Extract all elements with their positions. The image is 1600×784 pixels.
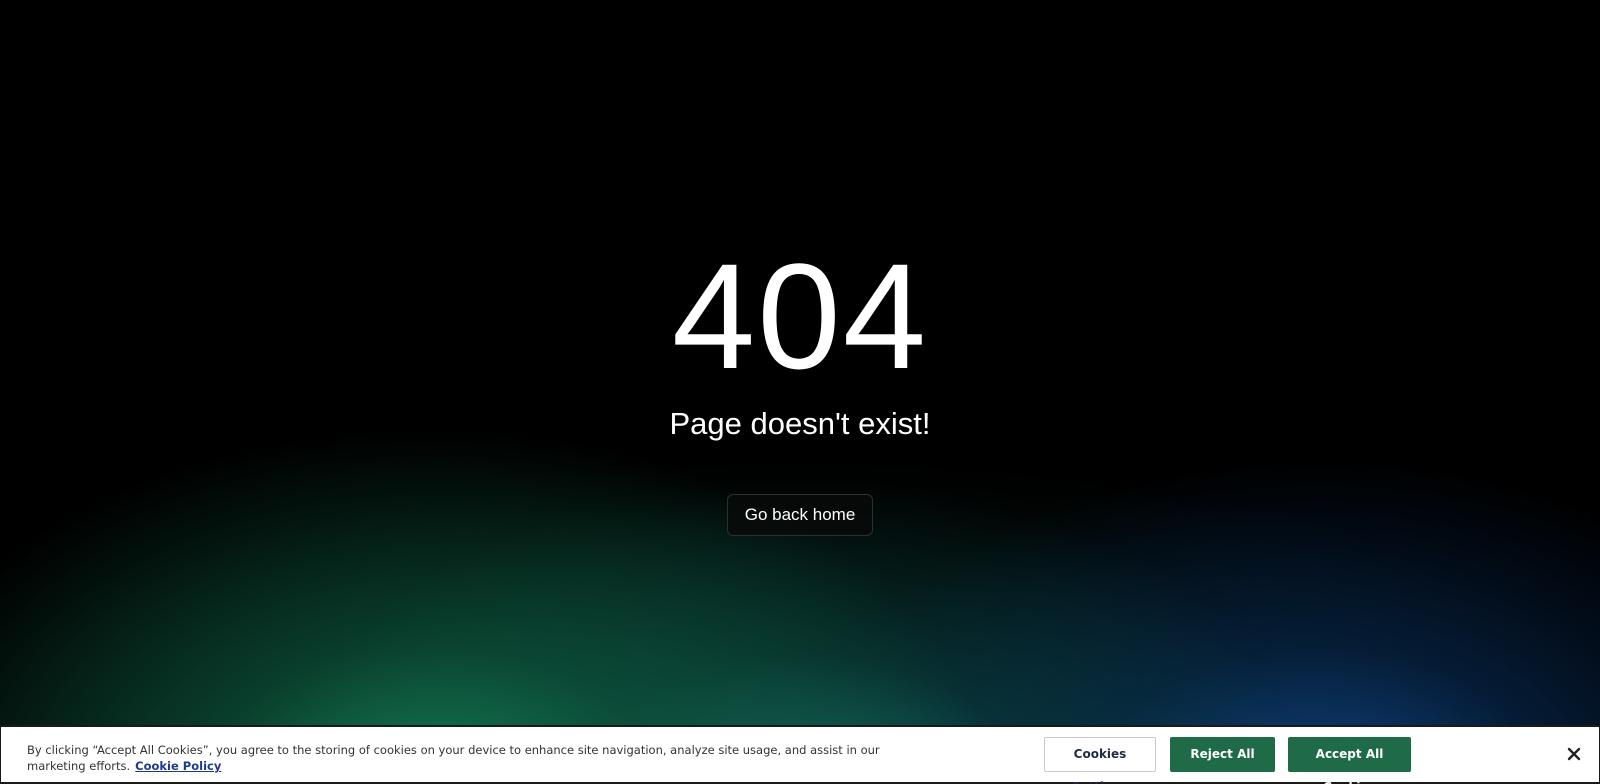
close-banner-button[interactable] (1563, 743, 1585, 765)
cookie-banner-text: By clicking “Accept All Cookies”, you ag… (27, 742, 907, 774)
cookie-policy-link[interactable]: Cookie Policy (135, 759, 221, 773)
cookies-settings-button[interactable]: Cookies Settings (1044, 737, 1156, 784)
go-back-home-button[interactable]: Go back home (727, 494, 873, 536)
error-page: 404 Page doesn't exist! Go back home By … (0, 0, 1600, 784)
accept-all-cookies-button[interactable]: Accept All Cookies (1288, 737, 1411, 784)
error-message: Page doesn't exist! (669, 406, 931, 441)
reject-all-button[interactable]: Reject All (1170, 737, 1275, 772)
error-code: 404 (671, 232, 929, 400)
close-icon (1567, 747, 1581, 761)
cookie-banner: By clicking “Accept All Cookies”, you ag… (0, 725, 1600, 784)
